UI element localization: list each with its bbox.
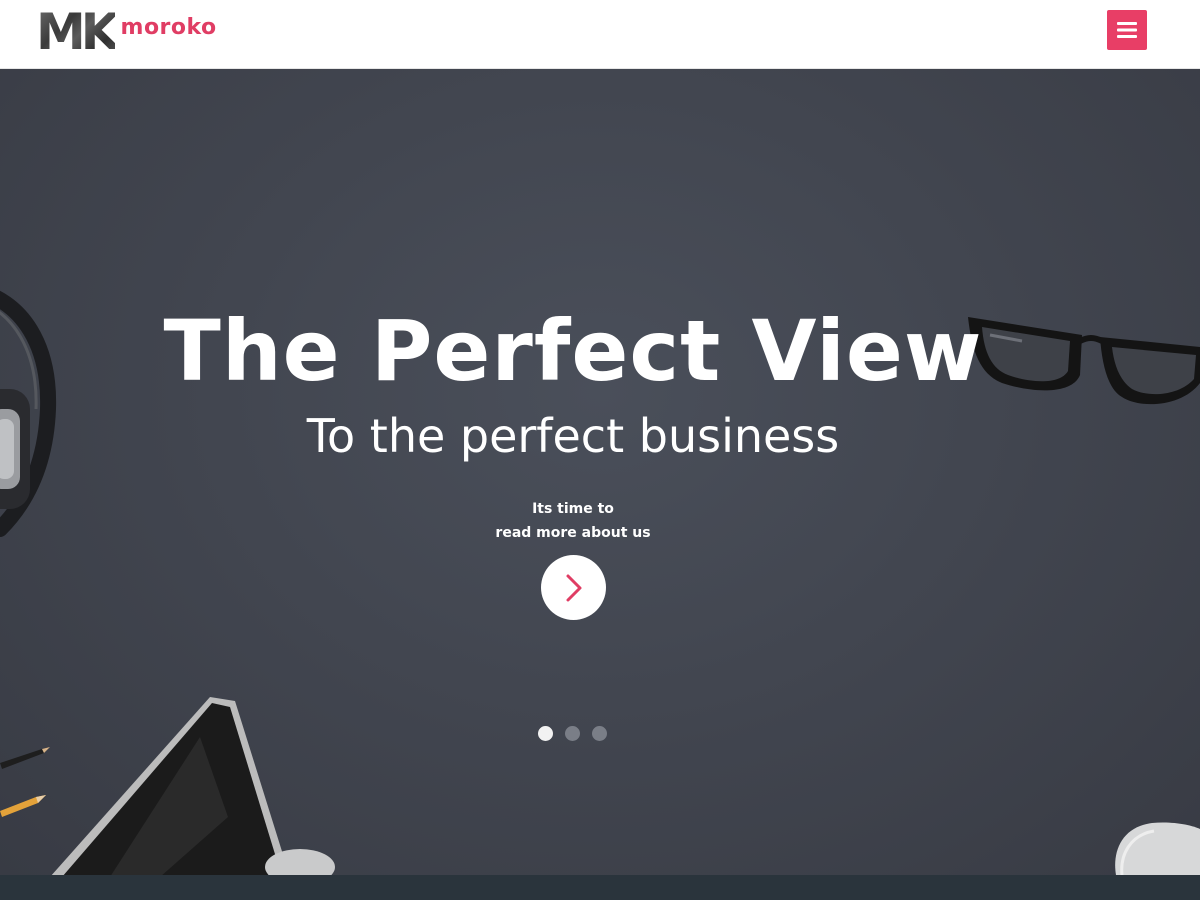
- menu-button[interactable]: [1107, 10, 1147, 50]
- slider-pagination: [538, 726, 607, 741]
- hero-subtitle: To the perfect business: [306, 409, 840, 463]
- cta-line-1: Its time to: [532, 501, 614, 517]
- tablet-image: [51, 697, 335, 875]
- hero-slider: The Perfect View To the perfect business…: [0, 69, 1200, 875]
- hero-cta-text: Its time to read more about us: [0, 497, 1146, 545]
- navbar: MK moroko: [0, 0, 1200, 69]
- slide-dot-1[interactable]: [538, 726, 553, 741]
- mouse-image: [1115, 822, 1200, 875]
- hero-title: The Perfect View: [163, 302, 983, 400]
- logo[interactable]: MK moroko: [36, 3, 217, 61]
- footer-strip: [0, 875, 1200, 900]
- cta-line-2: read more about us: [495, 525, 651, 541]
- hamburger-icon: [1117, 22, 1137, 38]
- read-more-button[interactable]: [541, 555, 606, 620]
- slide-dot-3[interactable]: [592, 726, 607, 741]
- slide-dot-2[interactable]: [565, 726, 580, 741]
- logo-mark: MK: [36, 3, 119, 61]
- chevron-right-icon: [566, 574, 581, 601]
- logo-wordmark: moroko: [120, 15, 217, 40]
